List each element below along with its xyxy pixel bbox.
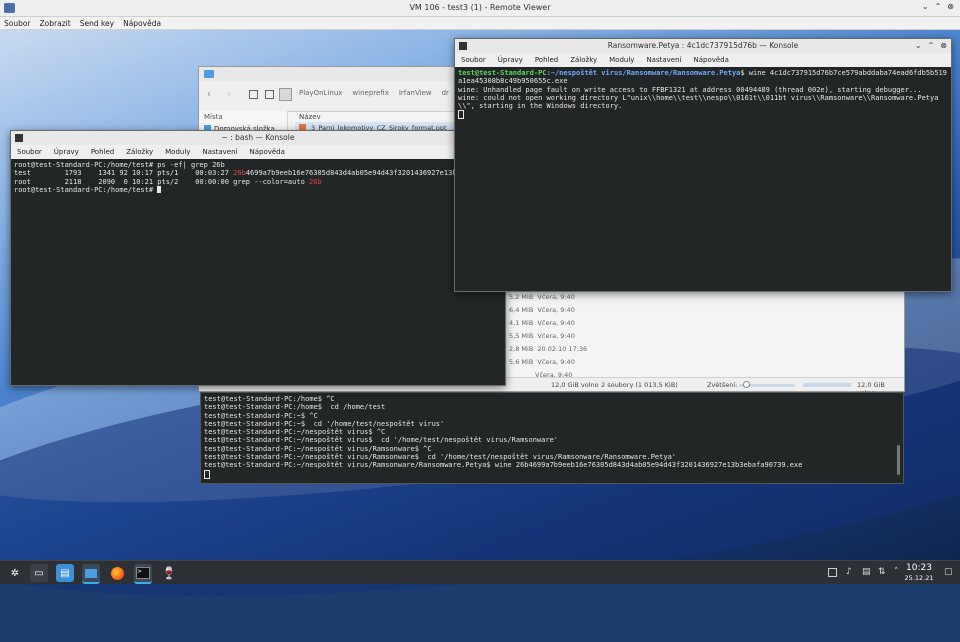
terminal-scrollbar[interactable] — [897, 445, 900, 475]
tray-volume-icon[interactable]: ♪ — [846, 567, 852, 577]
list-item: 2,8 MiB 20.02.10 17:36 — [509, 345, 588, 353]
menu-soubor[interactable]: Soubor — [17, 148, 42, 156]
zoom-slider-handle[interactable] — [743, 381, 750, 388]
breadcrumb-item[interactable]: IrfanView — [399, 89, 432, 97]
column-header-name[interactable]: Název — [299, 113, 321, 121]
firefox-icon[interactable] — [108, 564, 126, 582]
konsole-bash-window: ~ : bash — Konsole Soubor Úpravy Pohled … — [10, 130, 506, 386]
menu-upravy[interactable]: Úpravy — [54, 148, 79, 156]
menu-upravy[interactable]: Úpravy — [498, 56, 523, 64]
close-icon[interactable]: ⊗ — [947, 2, 954, 11]
clock-time: 10:23 — [906, 563, 932, 573]
menu-pohled[interactable]: Pohled — [91, 148, 114, 156]
menu-napoveda[interactable]: Nápověda — [123, 19, 161, 28]
terminal-cursor — [157, 185, 162, 193]
tray-notes-icon[interactable] — [828, 568, 837, 577]
list-item: 5,6 MiB Včera, 9:40 — [509, 358, 575, 366]
menu-soubor[interactable]: Soubor — [4, 19, 31, 28]
menu-soubor[interactable]: Soubor — [461, 56, 486, 64]
selection-status: 2 soubory (1 013,5 KiB) — [601, 381, 678, 389]
menu-zobrazit[interactable]: Zobrazit — [40, 19, 71, 28]
menu-napoveda[interactable]: Nápověda — [249, 148, 284, 156]
desktop-pager-icon[interactable]: ▭ — [30, 564, 48, 582]
menu-napoveda[interactable]: Nápověda — [693, 56, 728, 64]
zoom-label: Zvětšení: — [707, 381, 738, 389]
list-item: 6,4 MiB Včera, 9:40 — [509, 306, 575, 314]
konsole-bash-output[interactable]: root@test-Standard-PC:/home/test# ps -ef… — [11, 159, 505, 385]
view-compact-icon[interactable] — [265, 90, 274, 99]
folder-icon — [204, 70, 214, 78]
konsole-petya-menubar: Soubor Úpravy Pohled Záložky Moduly Nast… — [455, 53, 951, 68]
remote-viewer-menubar: Soubor Zobrazit Send key Nápověda — [0, 17, 960, 30]
menu-send-key[interactable]: Send key — [80, 19, 114, 28]
breadcrumb-item[interactable]: wineprefix — [352, 89, 388, 97]
list-item: 5,5 MiB Včera, 9:40 — [509, 332, 575, 340]
maximize-icon[interactable]: ⌃ — [928, 41, 935, 50]
forward-icon[interactable]: › — [227, 89, 231, 100]
bottom-terminal-output[interactable]: test@test-Standard-PC:/home$ ^C test@tes… — [201, 393, 903, 483]
list-item: 5,2 MiB Včera, 9:40 — [509, 293, 575, 301]
taskbar: ✲ ▭ ▤ > 🍷 ♪ ▤ ⇅ ˄ 10:23 25.12.21 ▢ — [0, 560, 960, 584]
remote-viewer-title: VM 106 - test3 (1) - Remote Viewer — [409, 3, 551, 12]
back-icon[interactable]: ‹ — [207, 89, 211, 100]
menu-zalozky[interactable]: Záložky — [126, 148, 153, 156]
tray-clipboard-icon[interactable]: ▤ — [862, 567, 871, 577]
maximize-icon[interactable]: ⌃ — [935, 2, 942, 11]
terminal-cursor — [458, 110, 464, 120]
konsole-bash-title: ~ : bash — Konsole — [221, 133, 295, 142]
breadcrumb: PlayOnLinux wineprefix IrfanView dr — [299, 89, 449, 97]
menu-moduly[interactable]: Moduly — [609, 56, 634, 64]
free-space-bar — [803, 383, 851, 387]
konsole-task-icon[interactable]: > — [134, 564, 152, 584]
minimize-icon[interactable]: ⌄ — [915, 41, 922, 50]
menu-zalozky[interactable]: Záložky — [570, 56, 597, 64]
dolphin-task-icon[interactable] — [82, 564, 100, 584]
konsole-bash-menubar: Soubor Úpravy Pohled Záložky Moduly Nast… — [11, 145, 505, 160]
list-item: 4,1 MiB Včera, 9:40 — [509, 319, 575, 327]
konsole-petya-title: Ransomware.Petya : 4c1dc737915d76b — Kon… — [607, 41, 799, 50]
close-icon[interactable]: ⊗ — [940, 41, 947, 50]
app-launcher-icon[interactable]: ✲ — [6, 564, 24, 582]
store-icon[interactable]: ▤ — [56, 564, 74, 582]
breadcrumb-item[interactable]: PlayOnLinux — [299, 89, 342, 97]
konsole-bash-titlebar: ~ : bash — Konsole — [11, 131, 505, 146]
konsole-petya-window: Ransomware.Petya : 4c1dc737915d76b — Kon… — [454, 38, 952, 292]
tray-network-icon[interactable]: ⇅ — [878, 567, 886, 577]
clock[interactable]: 10:23 25.12.21 — [904, 563, 934, 582]
show-desktop-icon[interactable]: ▢ — [944, 567, 953, 577]
menu-pohled[interactable]: Pohled — [535, 56, 558, 64]
terminal-cursor — [204, 469, 210, 479]
bottom-terminal-panel[interactable]: test@test-Standard-PC:/home$ ^C test@tes… — [200, 392, 904, 484]
minimize-icon[interactable]: ⌄ — [922, 2, 929, 11]
konsole-petya-titlebar: Ransomware.Petya : 4c1dc737915d76b — Kon… — [455, 39, 951, 54]
view-details-icon[interactable] — [279, 88, 292, 101]
menu-nastaveni[interactable]: Nastavení — [202, 148, 237, 156]
menu-moduly[interactable]: Moduly — [165, 148, 190, 156]
menu-nastaveni[interactable]: Nastavení — [646, 56, 681, 64]
view-icons-icon[interactable] — [249, 90, 258, 99]
free-space-left: 12,0 GiB volno — [551, 381, 599, 389]
places-header: Místa — [204, 113, 223, 121]
remote-viewer-titlebar: VM 106 - test3 (1) - Remote Viewer ⌄ ⌃ ⊗ — [0, 0, 960, 17]
tray-expand-icon[interactable]: ˄ — [894, 567, 899, 577]
wine-glass-icon[interactable]: 🍷 — [160, 564, 178, 582]
konsole-petya-output[interactable]: test@test-Standard-PC:~/nespoštět virus/… — [455, 67, 951, 291]
file-size-column: 5,2 MiB Včera, 9:40 6,4 MiB Včera, 9:40 … — [509, 291, 599, 382]
clock-date: 25.12.21 — [904, 574, 934, 582]
breadcrumb-item[interactable]: dr — [442, 89, 449, 97]
